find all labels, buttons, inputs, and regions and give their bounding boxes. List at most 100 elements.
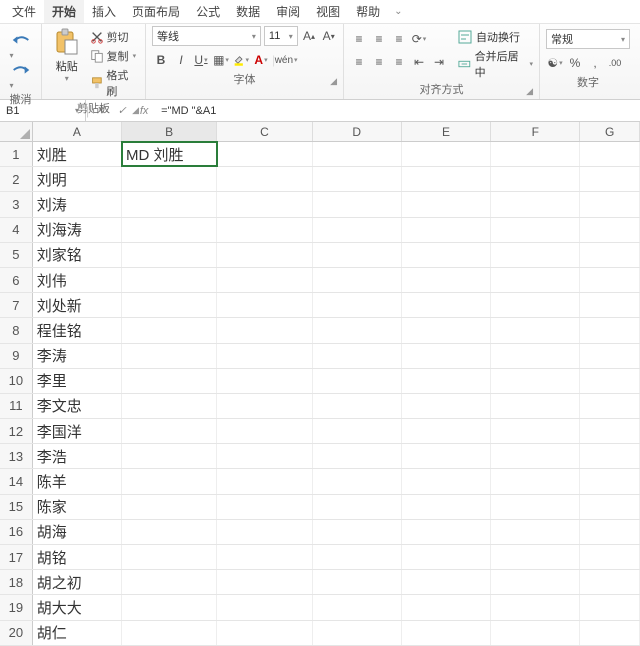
cell-E18[interactable] (402, 570, 491, 594)
cell-G11[interactable] (580, 394, 640, 418)
cell-E1[interactable] (402, 142, 491, 166)
cell-G4[interactable] (580, 218, 640, 242)
cell-E12[interactable] (402, 419, 491, 443)
cell-E8[interactable] (402, 318, 491, 342)
row-header[interactable]: 1 (0, 142, 33, 166)
cell-E15[interactable] (402, 495, 491, 519)
cell-A15[interactable]: 陈家 (33, 495, 122, 519)
cell-C9[interactable] (217, 344, 312, 368)
cell-F9[interactable] (491, 344, 580, 368)
cell-A4[interactable]: 刘海涛 (33, 218, 122, 242)
cell-B17[interactable] (122, 545, 217, 569)
font-color-button[interactable]: A▾ (252, 50, 270, 70)
cell-D13[interactable] (313, 444, 402, 468)
cell-B18[interactable] (122, 570, 217, 594)
cell-A2[interactable]: 刘明 (33, 167, 122, 191)
row-header[interactable]: 2 (0, 167, 33, 191)
cell-E3[interactable] (402, 192, 491, 216)
cell-F18[interactable] (491, 570, 580, 594)
cell-C13[interactable] (217, 444, 312, 468)
cell-G1[interactable] (580, 142, 640, 166)
cell-B10[interactable] (122, 369, 217, 393)
cell-C15[interactable] (217, 495, 312, 519)
col-header-D[interactable]: D (313, 122, 402, 141)
row-header[interactable]: 19 (0, 595, 33, 619)
cell-D16[interactable] (313, 520, 402, 544)
cell-D18[interactable] (313, 570, 402, 594)
menu-formula[interactable]: 公式 (188, 0, 228, 23)
cell-D8[interactable] (313, 318, 402, 342)
cell-B5[interactable] (122, 243, 217, 267)
align-left-button[interactable]: ≡ (350, 52, 368, 72)
cell-F13[interactable] (491, 444, 580, 468)
merge-center-button[interactable]: 合并后居中▾ (458, 48, 533, 80)
cell-G8[interactable] (580, 318, 640, 342)
cell-E16[interactable] (402, 520, 491, 544)
format-painter-button[interactable]: 格式刷 (90, 67, 139, 99)
cell-A10[interactable]: 李里 (33, 369, 122, 393)
menu-layout[interactable]: 页面布局 (124, 0, 188, 23)
col-header-B[interactable]: B (122, 122, 217, 141)
cell-B2[interactable] (122, 167, 217, 191)
bold-button[interactable]: B (152, 50, 170, 70)
cell-E13[interactable] (402, 444, 491, 468)
font-dialog-icon[interactable]: ◢ (330, 76, 337, 87)
cell-D4[interactable] (313, 218, 402, 242)
cell-A11[interactable]: 李文忠 (33, 394, 122, 418)
cell-D5[interactable] (313, 243, 402, 267)
cell-D19[interactable] (313, 595, 402, 619)
cell-F6[interactable] (491, 268, 580, 292)
row-header[interactable]: 20 (0, 621, 33, 645)
col-header-A[interactable]: A (33, 122, 122, 141)
cell-C3[interactable] (217, 192, 312, 216)
cell-B14[interactable] (122, 469, 217, 493)
cell-D7[interactable] (313, 293, 402, 317)
cut-button[interactable]: 剪切 (90, 29, 139, 45)
increase-decimal-button[interactable]: .00 (606, 53, 624, 73)
col-header-F[interactable]: F (491, 122, 580, 141)
decrease-font-button[interactable]: A▾ (320, 26, 337, 46)
col-header-C[interactable]: C (217, 122, 312, 141)
menu-review[interactable]: 审阅 (268, 0, 308, 23)
cell-D2[interactable] (313, 167, 402, 191)
cell-G18[interactable] (580, 570, 640, 594)
cell-A12[interactable]: 李国洋 (33, 419, 122, 443)
menu-more-icon[interactable]: ⌄ (394, 6, 402, 17)
cell-A5[interactable]: 刘家铭 (33, 243, 122, 267)
copy-button[interactable]: 复制▾ (90, 48, 139, 64)
cell-E20[interactable] (402, 621, 491, 645)
cell-B6[interactable] (122, 268, 217, 292)
cell-A14[interactable]: 陈羊 (33, 469, 122, 493)
row-header[interactable]: 9 (0, 344, 33, 368)
cell-G6[interactable] (580, 268, 640, 292)
font-size-combo[interactable]: 11▾ (264, 26, 298, 46)
cell-F3[interactable] (491, 192, 580, 216)
cell-B16[interactable] (122, 520, 217, 544)
row-header[interactable]: 15 (0, 495, 33, 519)
cell-G19[interactable] (580, 595, 640, 619)
row-header[interactable]: 10 (0, 369, 33, 393)
cell-E14[interactable] (402, 469, 491, 493)
cell-E9[interactable] (402, 344, 491, 368)
cell-C11[interactable] (217, 394, 312, 418)
cell-G12[interactable] (580, 419, 640, 443)
cell-C19[interactable] (217, 595, 312, 619)
cell-C12[interactable] (217, 419, 312, 443)
cell-G17[interactable] (580, 545, 640, 569)
cell-D12[interactable] (313, 419, 402, 443)
row-header[interactable]: 13 (0, 444, 33, 468)
col-header-E[interactable]: E (402, 122, 491, 141)
cell-A20[interactable]: 胡仁 (33, 621, 122, 645)
cell-F1[interactable] (491, 142, 580, 166)
indent-increase-button[interactable]: ⇥ (430, 52, 448, 72)
cell-D1[interactable] (313, 142, 402, 166)
cell-G2[interactable] (580, 167, 640, 191)
cell-B19[interactable] (122, 595, 217, 619)
row-header[interactable]: 14 (0, 469, 33, 493)
cell-F4[interactable] (491, 218, 580, 242)
cell-E7[interactable] (402, 293, 491, 317)
cell-D14[interactable] (313, 469, 402, 493)
row-header[interactable]: 5 (0, 243, 33, 267)
increase-font-button[interactable]: A▴ (301, 26, 318, 46)
row-header[interactable]: 3 (0, 192, 33, 216)
